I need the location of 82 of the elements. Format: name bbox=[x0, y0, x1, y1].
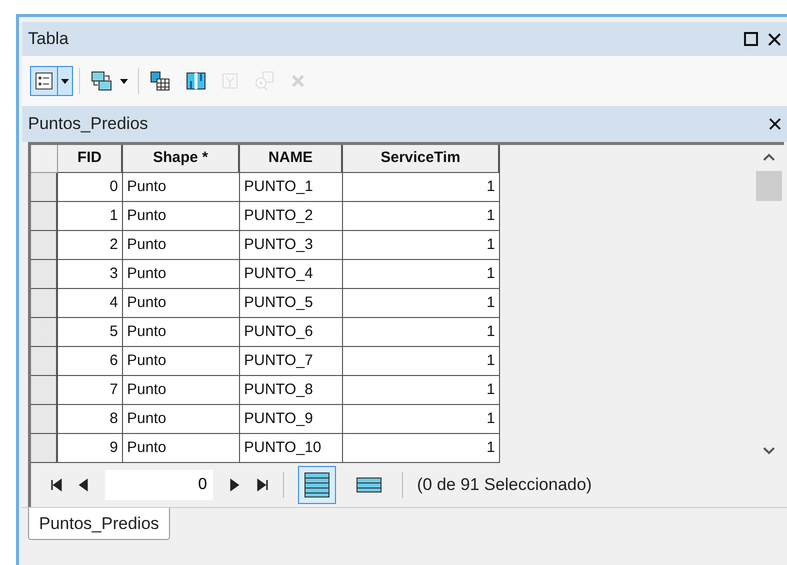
table-cell: PUNTO_9 bbox=[240, 405, 343, 434]
close-icon[interactable] bbox=[769, 118, 781, 130]
table-cell: 1 bbox=[343, 405, 500, 434]
table-cell: PUNTO_1 bbox=[240, 173, 343, 202]
table-cell: 6 bbox=[58, 347, 123, 376]
column-header[interactable]: ServiceTim bbox=[343, 145, 500, 173]
table-cell: 1 bbox=[343, 173, 500, 202]
table-cell: PUNTO_8 bbox=[240, 376, 343, 405]
table-cell: 1 bbox=[58, 202, 123, 231]
table-cell: PUNTO_10 bbox=[240, 434, 343, 463]
table-cell: 9 bbox=[58, 434, 123, 463]
column-header[interactable]: FID bbox=[58, 145, 123, 173]
previous-icon[interactable] bbox=[77, 478, 91, 492]
table-cell: Punto bbox=[123, 202, 240, 231]
row-selector[interactable] bbox=[31, 376, 58, 405]
table-select-icon bbox=[150, 71, 170, 91]
table-cell: 8 bbox=[58, 405, 123, 434]
row-selector[interactable] bbox=[31, 289, 58, 318]
row-selector[interactable] bbox=[31, 173, 58, 202]
related-tables-icon bbox=[91, 71, 113, 91]
table-rows-icon bbox=[304, 472, 330, 498]
scroll-up-icon[interactable] bbox=[763, 153, 775, 161]
table-cell: PUNTO_4 bbox=[240, 260, 343, 289]
table-cell: Punto bbox=[123, 173, 240, 202]
row-selector[interactable] bbox=[31, 434, 58, 463]
caret-icon bbox=[120, 78, 128, 84]
close-icon[interactable] bbox=[768, 32, 781, 46]
table-cell: 1 bbox=[343, 260, 500, 289]
table-name: Puntos_Predios bbox=[28, 113, 150, 136]
dropdown-button[interactable] bbox=[30, 66, 73, 96]
row-selector[interactable] bbox=[31, 405, 58, 434]
selection-status: (0 de 91 Seleccionado) bbox=[417, 474, 592, 496]
table-cell: 4 bbox=[58, 289, 123, 318]
window-title: Tabla bbox=[28, 28, 70, 50]
row-selector[interactable] bbox=[31, 231, 58, 260]
table-tab[interactable]: Puntos_Predios bbox=[28, 508, 170, 540]
maximize-icon[interactable] bbox=[744, 32, 758, 46]
table-cell: 1 bbox=[343, 347, 500, 376]
table-cell: Punto bbox=[123, 318, 240, 347]
show-all-records-button[interactable] bbox=[298, 466, 336, 504]
record-field[interactable]: 0 bbox=[105, 470, 213, 500]
table-cell: 1 bbox=[343, 289, 500, 318]
row-selector[interactable] bbox=[31, 318, 58, 347]
table-cell: Punto bbox=[123, 405, 240, 434]
zoom-selected-icon bbox=[254, 71, 274, 91]
table-cell: PUNTO_3 bbox=[240, 231, 343, 260]
row-selector[interactable] bbox=[31, 347, 58, 376]
table-cell: 5 bbox=[58, 318, 123, 347]
row-selector[interactable] bbox=[31, 260, 58, 289]
column-header[interactable]: NAME bbox=[240, 145, 343, 173]
table-cell: 3 bbox=[58, 260, 123, 289]
table-cell: Punto bbox=[123, 231, 240, 260]
table-cell: 1 bbox=[343, 434, 500, 463]
list-options-icon bbox=[35, 72, 53, 90]
table-cell: PUNTO_5 bbox=[240, 289, 343, 318]
table-cell: 1 bbox=[343, 376, 500, 405]
scrollbar-thumb[interactable] bbox=[756, 171, 782, 201]
table-cell: PUNTO_2 bbox=[240, 202, 343, 231]
table-cell: PUNTO_6 bbox=[240, 318, 343, 347]
column-header[interactable]: Shape * bbox=[123, 145, 240, 173]
corner-header bbox=[31, 145, 58, 173]
table-cell: Punto bbox=[123, 376, 240, 405]
delete-icon bbox=[290, 73, 306, 89]
table-cell: 0 bbox=[58, 173, 123, 202]
clear-selection-icon bbox=[222, 73, 238, 89]
table-cell: Punto bbox=[123, 347, 240, 376]
table-cell: 1 bbox=[343, 231, 500, 260]
caret-icon bbox=[61, 78, 69, 84]
row-selector[interactable] bbox=[31, 202, 58, 231]
table-cell: 1 bbox=[343, 318, 500, 347]
table-cell: Punto bbox=[123, 434, 240, 463]
table-cell: PUNTO_7 bbox=[240, 347, 343, 376]
first-record-icon[interactable] bbox=[49, 478, 63, 492]
table-cell: Punto bbox=[123, 289, 240, 318]
table-cell: Punto bbox=[123, 260, 240, 289]
switch-selection-icon bbox=[186, 71, 206, 91]
last-record-icon[interactable] bbox=[255, 478, 269, 492]
scroll-down-icon[interactable] bbox=[763, 447, 775, 455]
table-cell: 7 bbox=[58, 376, 123, 405]
table-cell: 1 bbox=[343, 202, 500, 231]
table-rows-icon bbox=[356, 477, 382, 493]
table-cell: 2 bbox=[58, 231, 123, 260]
